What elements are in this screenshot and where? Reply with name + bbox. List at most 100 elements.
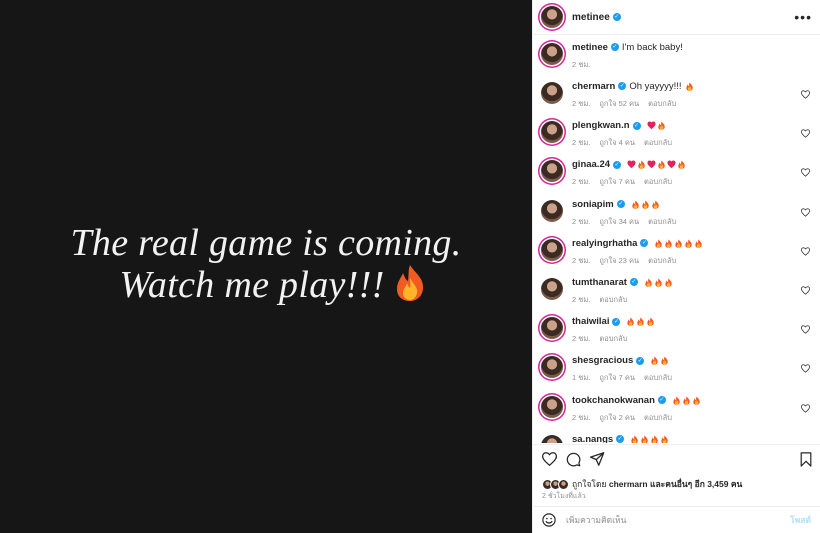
comment-likes[interactable]: ถูกใจ 52 คน: [599, 99, 639, 108]
more-options-icon[interactable]: •••: [794, 10, 812, 24]
comment-like-heart-icon[interactable]: [801, 90, 810, 99]
comment-like-heart-icon[interactable]: [801, 168, 810, 178]
reply-button[interactable]: ตอบกลับ: [648, 99, 676, 108]
commenter-avatar[interactable]: [541, 434, 563, 443]
quote-line-2: Watch me play!!!: [119, 264, 426, 312]
verified-badge-icon: ✓: [610, 43, 619, 52]
likes-prefix: ถูกใจโดย: [572, 479, 607, 489]
comment-like-heart-icon[interactable]: [801, 207, 810, 217]
bookmark-icon[interactable]: [800, 452, 812, 467]
reply-button[interactable]: ตอบกลับ: [644, 138, 672, 147]
fire-emoji-icon: [642, 200, 649, 209]
comment-likes[interactable]: ถูกใจ 23 คน: [599, 256, 639, 265]
comment-username[interactable]: sa.nangs: [572, 434, 613, 443]
post-header: metinee ✓ •••: [533, 0, 820, 35]
commenter-avatar[interactable]: [541, 317, 563, 340]
comment-likes[interactable]: ถูกใจ 7 คน: [599, 373, 635, 382]
comment-like-heart-icon[interactable]: [801, 325, 810, 334]
reply-button[interactable]: ตอบกลับ: [599, 334, 627, 343]
comment-time: 2 ชม.: [572, 177, 591, 187]
likes-suffix[interactable]: และคนอื่นๆ อีก 3,459 คน: [650, 479, 742, 489]
author-avatar[interactable]: [541, 6, 563, 28]
caption-time: 2 ชม.: [572, 60, 591, 69]
comment-like-heart-icon[interactable]: [801, 403, 810, 413]
fire-emoji-icon: [695, 239, 703, 248]
fire-emoji-icon: [631, 435, 638, 443]
reply-button[interactable]: ตอบกลับ: [644, 373, 672, 382]
comment-username[interactable]: realyingrhatha: [572, 238, 637, 249]
comment-item: thaiwilai ✓ 2 ชม. ตอบกลับ: [541, 316, 812, 352]
comment-item: chermarn ✓ Oh yayyyy!!! 2 ชม. ถูกใจ 52 คน ตอบ…: [541, 81, 812, 117]
comment-username[interactable]: thaiwilai: [572, 316, 609, 327]
reply-button[interactable]: ตอบกลับ: [599, 295, 627, 304]
comment-emoji-group: [643, 277, 673, 288]
comment-like-heart-icon[interactable]: [801, 286, 810, 295]
verified-badge-icon: ✓: [629, 278, 638, 287]
fire-emoji-icon: [678, 160, 685, 170]
comment-username[interactable]: chermarn: [572, 81, 615, 92]
fire-emoji-icon: [638, 160, 645, 170]
fire-emoji-icon: [652, 200, 659, 209]
fire-emoji-icon: [685, 239, 693, 248]
commenter-avatar[interactable]: [541, 395, 563, 418]
comment-like-heart-icon[interactable]: [801, 129, 810, 138]
verified-badge-icon: ✓: [612, 13, 621, 21]
comment-username[interactable]: plengkwan.n: [572, 120, 630, 131]
commenter-avatar[interactable]: [541, 82, 563, 104]
fire-emoji-icon: [673, 396, 680, 405]
caption-text: I'm back baby!: [621, 42, 683, 53]
verified-badge-icon: ✓: [640, 239, 649, 248]
comment-username[interactable]: tookchanokwanan: [572, 395, 655, 406]
comment-username[interactable]: shesgracious: [572, 355, 633, 366]
red-heart-emoji-icon: [646, 121, 656, 130]
comment-username[interactable]: ginaa.24: [572, 159, 610, 170]
commenter-avatar[interactable]: [541, 160, 563, 183]
verified-badge-icon: ✓: [613, 160, 622, 169]
emoji-icon[interactable]: [542, 513, 556, 527]
likes-summary[interactable]: ถูกใจโดย chermarn และคนอื่นๆ อีก 3,459 ค…: [542, 477, 742, 491]
comment-likes[interactable]: ถูกใจ 34 คน: [599, 217, 639, 226]
likes-user[interactable]: chermarn: [609, 479, 648, 489]
comment-likes[interactable]: ถูกใจ 2 คน: [599, 413, 635, 422]
comment-username[interactable]: tumthanarat: [572, 277, 627, 288]
commenter-avatar[interactable]: [541, 356, 563, 379]
comment-composer: โพสต์: [533, 506, 820, 533]
fire-emoji-icon: [645, 278, 652, 287]
caption-avatar[interactable]: [541, 43, 563, 65]
fire-emoji-icon: [641, 435, 648, 443]
comment-likes[interactable]: ถูกใจ 4 คน: [599, 138, 635, 147]
author-username[interactable]: metinee: [572, 12, 610, 23]
like-heart-icon[interactable]: [542, 452, 557, 466]
fire-emoji-icon: [651, 356, 658, 366]
reply-button[interactable]: ตอบกลับ: [644, 413, 672, 422]
reply-button[interactable]: ตอบกลับ: [644, 177, 672, 186]
commenter-avatar[interactable]: [541, 238, 563, 261]
reply-button[interactable]: ตอบกลับ: [648, 256, 676, 265]
comment-like-heart-icon[interactable]: [801, 247, 810, 256]
comment-icon[interactable]: [566, 452, 581, 467]
comment-likes[interactable]: ถูกใจ 7 คน: [599, 177, 635, 186]
comment-emoji-group: [684, 81, 694, 92]
fire-emoji-icon: [393, 264, 427, 311]
comment-like-heart-icon[interactable]: [801, 364, 810, 374]
commenter-avatar[interactable]: [541, 278, 563, 300]
reply-button[interactable]: ตอบกลับ: [648, 217, 676, 226]
comment-input[interactable]: [566, 515, 791, 525]
post-image[interactable]: The real game is coming. Watch me play!!…: [0, 0, 532, 533]
comment-username[interactable]: soniapim: [572, 199, 614, 210]
share-icon[interactable]: [590, 452, 605, 466]
fire-emoji-icon: [637, 317, 645, 326]
commenter-avatar[interactable]: [541, 199, 563, 222]
comments-list[interactable]: metinee ✓ I'm back baby! 2 ชม. chermarn ✓ Oh…: [533, 36, 820, 443]
post-time-ago: 2 ชั่วโมงที่แล้ว: [542, 493, 586, 500]
post-comment-button[interactable]: โพสต์: [790, 513, 811, 527]
fire-emoji-icon: [651, 435, 658, 443]
caption: metinee ✓ I'm back baby! 2 ชม.: [541, 42, 812, 78]
comment-emoji-group: [625, 316, 655, 327]
fire-emoji-icon: [647, 317, 655, 326]
comment-item: sa.nangs ✓: [541, 434, 812, 443]
caption-username[interactable]: metinee: [572, 42, 608, 53]
comment-time: 2 ชม.: [572, 334, 591, 344]
fire-emoji-icon: [661, 356, 668, 366]
commenter-avatar[interactable]: [541, 121, 563, 144]
